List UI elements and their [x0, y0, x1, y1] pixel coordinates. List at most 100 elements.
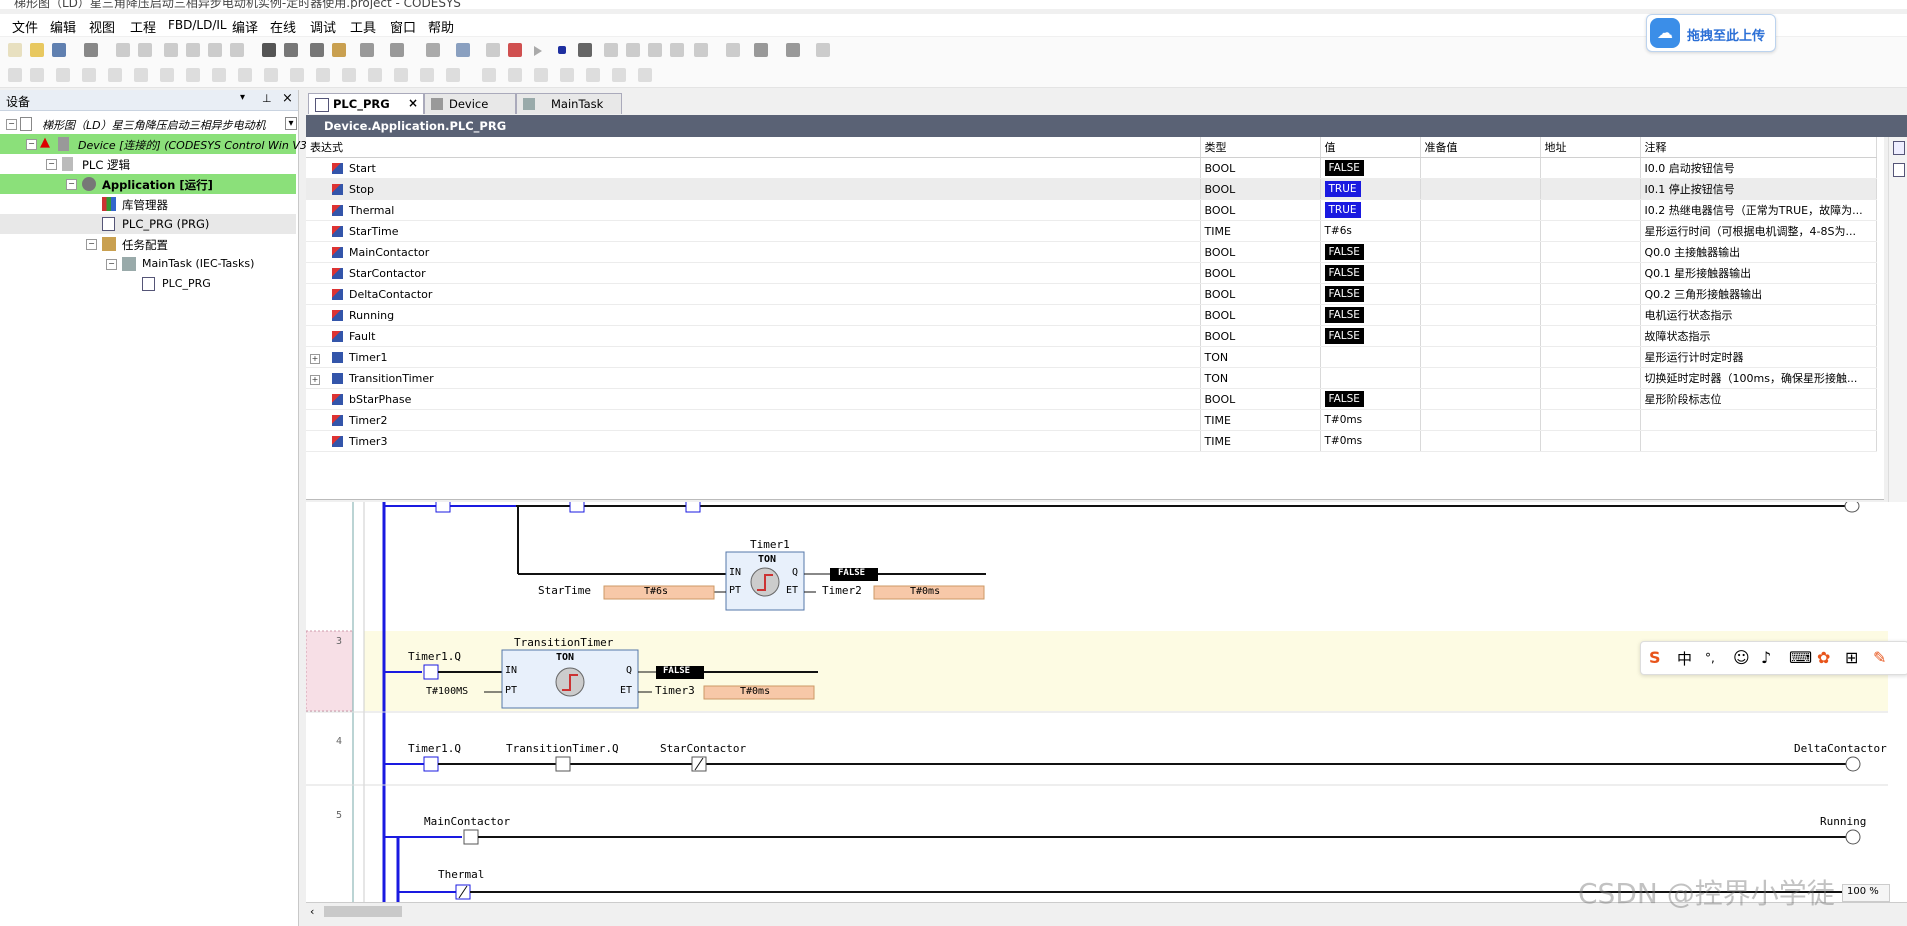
watch-prepared-value-cell[interactable]	[1420, 304, 1541, 326]
ime-punctuation[interactable]: °,	[1705, 651, 1715, 665]
column-expression[interactable]: 表达式	[306, 137, 1201, 158]
watch-value-cell[interactable]: FALSE	[1320, 304, 1421, 326]
ladder-reset-coil-icon[interactable]	[160, 68, 174, 82]
menu-tools[interactable]: 工具	[350, 17, 376, 36]
column-address[interactable]: 地址	[1540, 137, 1641, 158]
column-comment[interactable]: 注释	[1640, 137, 1877, 158]
watch-row[interactable]: Timer3 TIME T#0ms	[306, 430, 1877, 452]
open-folder-icon[interactable]	[30, 43, 44, 57]
copy-icon[interactable]	[186, 43, 200, 57]
watch-value-cell[interactable]: FALSE	[1320, 262, 1421, 284]
watch-value-cell[interactable]: FALSE	[1320, 241, 1421, 263]
watch-row[interactable]: + Timer1 TON 星形运行计时定时器	[306, 346, 1877, 368]
logout-icon[interactable]	[508, 43, 522, 57]
expand-icon[interactable]: +	[310, 374, 320, 385]
tree-item-task-config[interactable]: − 任务配置	[0, 234, 296, 254]
start-icon[interactable]	[534, 46, 542, 56]
watch-value-cell[interactable]: FALSE	[1320, 388, 1421, 410]
watch-expression-cell[interactable]: Stop	[306, 178, 1201, 200]
undo-icon[interactable]	[116, 43, 130, 57]
watch-row[interactable]: Timer2 TIME T#0ms	[306, 409, 1877, 431]
ladder-box-icon[interactable]	[186, 68, 200, 82]
ime-more-icon[interactable]: ✎	[1873, 648, 1886, 667]
collapse-icon[interactable]: −	[26, 139, 37, 150]
watch-row[interactable]: Running BOOL FALSE 电机运行状态指示	[306, 304, 1877, 326]
menu-file[interactable]: 文件	[12, 17, 38, 36]
run-to-cursor-icon[interactable]	[670, 43, 684, 57]
ladder-branch-icon[interactable]	[264, 68, 278, 82]
menu-build[interactable]: 编译	[232, 17, 258, 36]
build-icon[interactable]	[390, 43, 404, 57]
watch-row[interactable]: Fault BOOL FALSE 故障状态指示	[306, 325, 1877, 347]
watch-expression-cell[interactable]: DeltaContactor	[306, 283, 1201, 305]
watch-row[interactable]: MainContactor BOOL FALSE Q0.0 主接触器输出	[306, 241, 1877, 263]
scroll-left-icon[interactable]: ‹	[310, 905, 314, 918]
ladder-settings-icon[interactable]	[638, 68, 652, 82]
side-view-icon[interactable]	[1893, 141, 1905, 155]
tree-item-library-manager[interactable]: 库管理器	[0, 194, 296, 214]
watch-value-cell[interactable]: T#0ms	[1320, 409, 1421, 431]
watch-prepared-value-cell[interactable]	[1420, 262, 1541, 284]
watch-value-cell[interactable]: TRUE	[1320, 199, 1421, 221]
contact-label-timer1-q-r4[interactable]: Timer1.Q	[408, 742, 461, 755]
watch-row[interactable]: StarTime TIME T#6s 星形运行时间（可根据电机调整，4-8S为...	[306, 220, 1877, 242]
watch-value-cell[interactable]: T#6s	[1320, 220, 1421, 242]
save-icon[interactable]	[52, 43, 66, 57]
ime-chinese-mode[interactable]: 中	[1677, 648, 1692, 669]
close-tab-icon[interactable]: ×	[408, 96, 418, 110]
watch-prepared-value-cell[interactable]	[1420, 430, 1541, 452]
watch-expression-cell[interactable]: Running	[306, 304, 1201, 326]
tree-item-maintask[interactable]: − MainTask (IEC-Tasks)	[0, 254, 296, 274]
force-icon[interactable]	[754, 43, 768, 57]
coil-label-running[interactable]: Running	[1820, 815, 1866, 828]
watch-value-cell[interactable]	[1320, 346, 1421, 368]
ladder-delete-icon[interactable]	[534, 68, 548, 82]
transition-et-variable[interactable]: Timer3	[655, 684, 695, 697]
collapse-icon[interactable]: −	[106, 259, 117, 270]
watch-row[interactable]: Stop BOOL TRUE I0.1 停止按钮信号	[306, 178, 1877, 200]
ladder-assign-icon[interactable]	[342, 68, 356, 82]
expand-icon[interactable]: +	[310, 353, 320, 364]
device-icon[interactable]	[426, 43, 440, 57]
ladder-comment-icon[interactable]	[394, 68, 408, 82]
dropdown-icon[interactable]: ▾	[285, 117, 297, 130]
column-type[interactable]: 类型	[1200, 137, 1321, 158]
menu-edit[interactable]: 编辑	[50, 17, 76, 36]
paste-icon[interactable]	[208, 43, 222, 57]
zoom-control[interactable]: 100 %	[1842, 884, 1890, 902]
scroll-thumb[interactable]	[324, 906, 402, 917]
watch-value-cell[interactable]: TRUE	[1320, 178, 1421, 200]
tree-item-plc-logic[interactable]: − PLC 逻辑	[0, 154, 296, 174]
watch-expression-cell[interactable]: Timer2	[306, 409, 1201, 431]
panel-dropdown-icon[interactable]: ▾	[240, 92, 245, 103]
login-icon[interactable]	[456, 43, 470, 57]
redo-icon[interactable]	[138, 43, 152, 57]
bookmark-icon[interactable]	[310, 43, 324, 57]
collapse-icon[interactable]: −	[66, 179, 77, 190]
contact-label-timer1-q-r3[interactable]: Timer1.Q	[408, 650, 461, 663]
side-list-icon[interactable]	[1893, 163, 1905, 177]
cut-icon[interactable]	[164, 43, 178, 57]
ladder-set-coil-icon[interactable]	[134, 68, 148, 82]
watch-expression-cell[interactable]: + Timer1	[306, 346, 1201, 368]
timer1-pt-variable[interactable]: StarTime	[538, 584, 591, 597]
watch-row[interactable]: + TransitionTimer TON 切换延时定时器（100ms，确保星形接触.…	[306, 367, 1877, 389]
collapse-icon[interactable]: −	[86, 239, 97, 250]
bookmark-next-icon[interactable]	[332, 43, 346, 57]
watch-prepared-value-cell[interactable]	[1420, 199, 1541, 221]
watch-row[interactable]: bStarPhase BOOL FALSE 星形阶段标志位	[306, 388, 1877, 410]
ladder-collapse-icon[interactable]	[612, 68, 626, 82]
tree-item-device[interactable]: − ▲ Device [连接的] (CODESYS Control Win V3…	[0, 134, 311, 154]
watch-expression-cell[interactable]: StarContactor	[306, 262, 1201, 284]
collapse-icon[interactable]: −	[46, 159, 57, 170]
watch-value-cell[interactable]: FALSE	[1320, 283, 1421, 305]
upload-drop-button[interactable]: ☁ 拖拽至此上传	[1646, 14, 1776, 52]
contact-label-thermal[interactable]: Thermal	[438, 868, 484, 881]
pin-icon[interactable]: ⊥	[262, 92, 272, 105]
emoji-icon[interactable]: ☺	[1733, 648, 1750, 667]
watch-value-cell[interactable]: T#0ms	[1320, 430, 1421, 452]
coil-label-delta-contactor[interactable]: DeltaContactor	[1794, 742, 1887, 755]
step-over-icon[interactable]	[604, 43, 618, 57]
watch-prepared-value-cell[interactable]	[1420, 283, 1541, 305]
keyboard-icon[interactable]: ⌨	[1789, 648, 1812, 667]
